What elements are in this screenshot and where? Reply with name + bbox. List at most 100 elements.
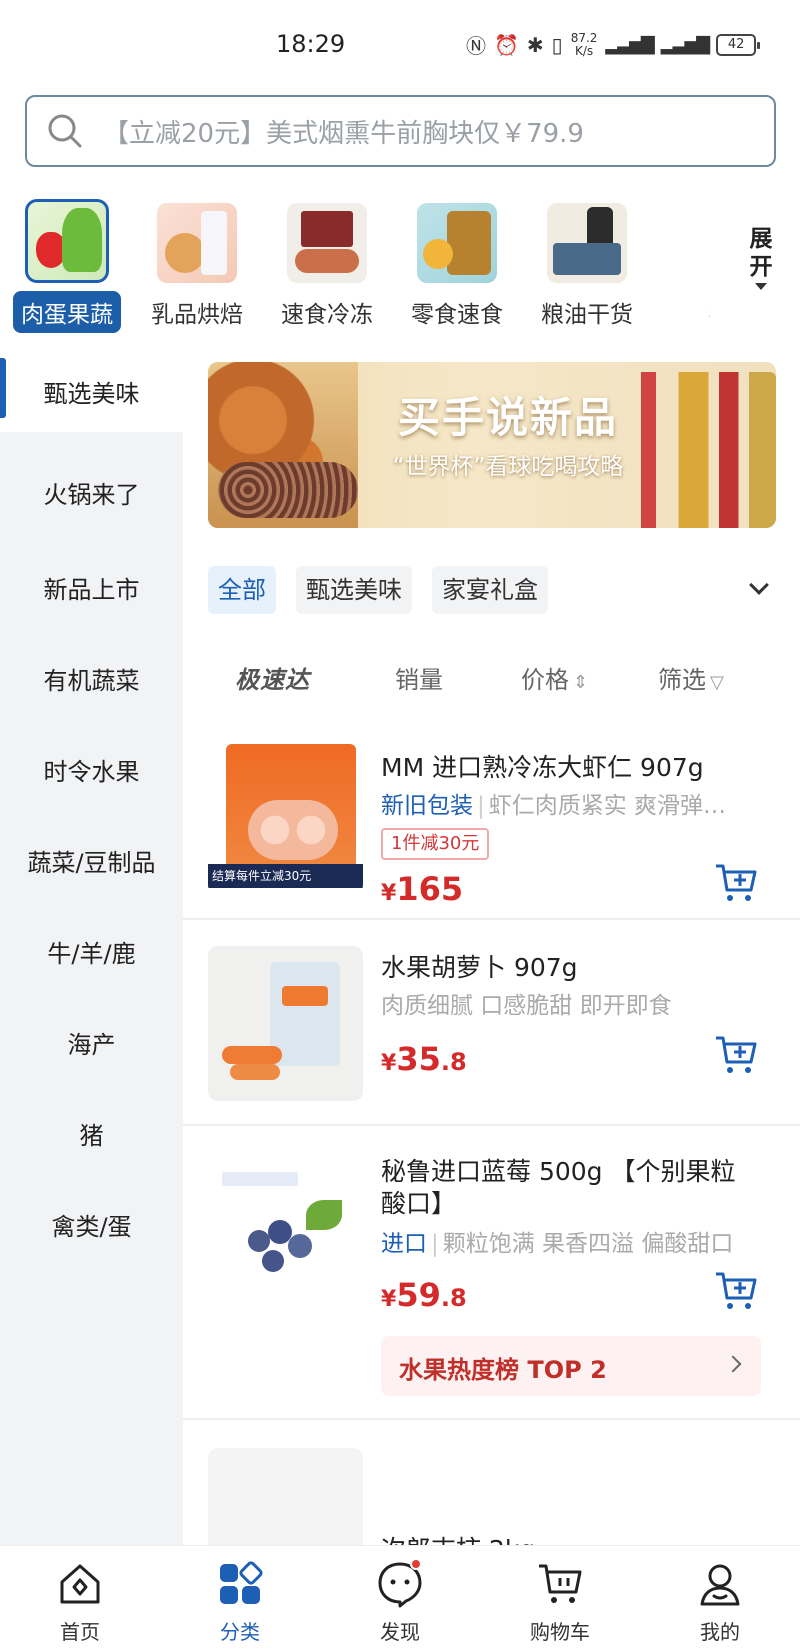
category-more[interactable]: 名 (650, 195, 710, 329)
category-grain-oil[interactable]: 粮油干货 (522, 195, 652, 329)
product-image: 结算每件立减30元 (208, 740, 363, 895)
nav-cart[interactable]: 购物车 (505, 1560, 615, 1645)
category-label: 粮油干货 (541, 302, 633, 328)
product-item[interactable]: 水果胡萝卜 907g 肉质细腻 口感脆甜 即开即食 ¥35.8 (183, 922, 800, 1126)
status-time: 18:29 (276, 30, 346, 58)
search-placeholder: 【立减20元】美式烟熏牛前胸块仅￥79.9 (103, 118, 584, 149)
category-image (417, 203, 497, 283)
add-cart-icon (716, 1272, 757, 1309)
sort-price-label: 价格 (521, 666, 569, 694)
sort-sales-button[interactable]: 销量 (395, 660, 443, 695)
sidebar-item-hotpot[interactable]: 火锅来了 (0, 432, 183, 542)
battery-icon: 42 (716, 33, 761, 56)
product-title: 秘鲁进口蓝莓 500g 【个别果粒 (381, 1157, 736, 1186)
product-desc: 新旧包装 | 虾仁肉质紧实 爽滑弹… (381, 793, 727, 819)
product-image (208, 946, 363, 1101)
filter-funnel-icon: ▽ (710, 672, 724, 693)
network-speed: 87.2 K/s (570, 30, 598, 58)
sidebar-item-new-arrivals[interactable]: 新品上市 (0, 542, 183, 633)
product-price: ¥59.8 (381, 1276, 467, 1314)
category-image (25, 199, 109, 283)
sort-price-button[interactable]: 价格 ⇕ (521, 660, 588, 695)
tag-banquet-gift-box[interactable]: 家宴礼盒 (432, 566, 548, 614)
bluetooth-icon: ✱ (526, 32, 544, 57)
alarm-icon: ⏰ (494, 32, 519, 57)
add-to-cart-button[interactable] (713, 1268, 759, 1314)
category-label: 乳品烘焙 (151, 302, 243, 328)
add-to-cart-button[interactable] (713, 1032, 759, 1078)
nav-label: 我的 (700, 1620, 740, 1644)
promo-banner[interactable]: 买手说新品 “世界杯”看球吃喝攻略 (208, 362, 776, 528)
category-image (157, 203, 237, 283)
search-bar[interactable]: 【立减20元】美式烟熏牛前胸块仅￥79.9 (25, 95, 776, 167)
sort-express-button[interactable]: 极速达 (235, 660, 310, 695)
cart-icon (536, 1560, 584, 1608)
profile-icon (696, 1560, 744, 1608)
status-icons: Ⓝ ⏰ ✱ ▯ 87.2 K/s ▂▃▅▇ ▂▃▅▇ 42 (466, 30, 761, 59)
filter-label: 筛选 (658, 666, 706, 694)
banner-title: 买手说新品 (397, 393, 618, 442)
promo-badge: 1件减30元 (381, 828, 490, 860)
product-title: 水果胡萝卜 907g (381, 953, 578, 982)
product-price: ¥165 (381, 870, 464, 908)
chevron-right-icon (724, 1355, 742, 1373)
category-label: 速食冷冻 (281, 302, 373, 328)
nav-profile[interactable]: 我的 (665, 1560, 775, 1645)
tags-expand-chevron-icon[interactable] (749, 575, 769, 595)
product-item[interactable]: 结算每件立减30元 MM 进口熟冷冻大虾仁 907g 新旧包装 | 虾仁肉质紧实 爽… (183, 720, 800, 920)
sidebar-item-pork[interactable]: 猪 (0, 1088, 183, 1179)
status-bar: 18:29 Ⓝ ⏰ ✱ ▯ 87.2 K/s ▂▃▅▇ ▂▃▅▇ 42 (0, 0, 800, 90)
product-item[interactable]: 次郎吉柿 2kg (183, 1422, 800, 1545)
nav-label: 首页 (60, 1620, 100, 1644)
rank-label: 水果热度榜 TOP 2 (399, 1356, 607, 1384)
category-snacks[interactable]: 零食速食 (392, 195, 522, 329)
nav-category[interactable]: 分类 (185, 1560, 295, 1645)
sidebar-item-beef-lamb-venison[interactable]: 牛/羊/鹿 (0, 906, 183, 997)
sidebar-item-organic-vegetables[interactable]: 有机蔬菜 (0, 633, 183, 724)
notification-dot (410, 1558, 422, 1570)
signal-icon: ▂▃▅▇ (605, 34, 654, 55)
add-to-cart-button[interactable] (713, 860, 759, 906)
sort-updown-icon: ⇕ (573, 672, 589, 693)
product-title-line2: 酸口】 (381, 1189, 457, 1218)
product-item[interactable]: 秘鲁进口蓝莓 500g 【个别果粒 酸口】 进口 | 颗粒饱满 果香四溢 偏酸甜口 … (183, 1128, 800, 1420)
home-icon (56, 1560, 104, 1608)
filter-button[interactable]: 筛选 ▽ (658, 660, 724, 695)
expand-categories-button[interactable]: 展开 (740, 225, 782, 290)
category-label: 零食速食 (411, 302, 503, 328)
add-cart-icon (716, 1036, 757, 1073)
banner-subtitle: “世界杯”看球吃喝攻略 (392, 454, 624, 480)
sort-bar: 极速达 销量 价格 ⇕ 筛选 ▽ (183, 650, 800, 706)
nav-home[interactable]: 首页 (25, 1560, 135, 1645)
vibrate-icon: ▯ (551, 32, 563, 57)
category-dairy-bakery[interactable]: 乳品烘焙 (132, 195, 262, 329)
sidebar-item-poultry-egg[interactable]: 禽类/蛋 (0, 1179, 183, 1270)
product-desc: 肉质细腻 口感脆甜 即开即食 (381, 993, 672, 1019)
product-image (208, 1448, 363, 1545)
search-icon (47, 113, 83, 149)
product-title: MM 进口熟冷冻大虾仁 907g (381, 753, 704, 782)
sidebar-item-seafood[interactable]: 海产 (0, 997, 183, 1088)
category-icon (216, 1560, 264, 1608)
expand-label: 展开 (749, 226, 773, 280)
category-meat-egg-fruit-veg[interactable]: 肉蛋果蔬 (2, 195, 132, 333)
nav-label: 分类 (220, 1620, 260, 1644)
nav-discover[interactable]: 发现 (345, 1558, 455, 1645)
banner-sausage-image (218, 462, 358, 518)
sidebar-item-selected-delicacies[interactable]: 甄选美味 (0, 350, 183, 432)
product-price: ¥35.8 (381, 1040, 467, 1078)
product-title: 次郎吉柿 2kg (381, 1530, 535, 1545)
nav-label: 购物车 (530, 1620, 590, 1644)
sidebar-item-vegetables-tofu[interactable]: 蔬菜/豆制品 (0, 815, 183, 906)
discover-icon (376, 1558, 424, 1608)
sidebar-item-seasonal-fruit[interactable]: 时令水果 (0, 724, 183, 815)
tag-selected-delicacies[interactable]: 甄选美味 (296, 566, 412, 614)
category-image (547, 203, 627, 283)
tag-all[interactable]: 全部 (208, 566, 276, 614)
fruit-rank-link[interactable]: 水果热度榜 TOP 2 (381, 1336, 761, 1396)
category-label: 名 (650, 295, 710, 329)
category-frozen[interactable]: 速食冷冻 (262, 195, 392, 329)
nfc-icon: Ⓝ (466, 34, 486, 58)
nav-label: 发现 (380, 1620, 420, 1644)
filter-tags: 全部 甄选美味 家宴礼盒 (208, 566, 548, 614)
